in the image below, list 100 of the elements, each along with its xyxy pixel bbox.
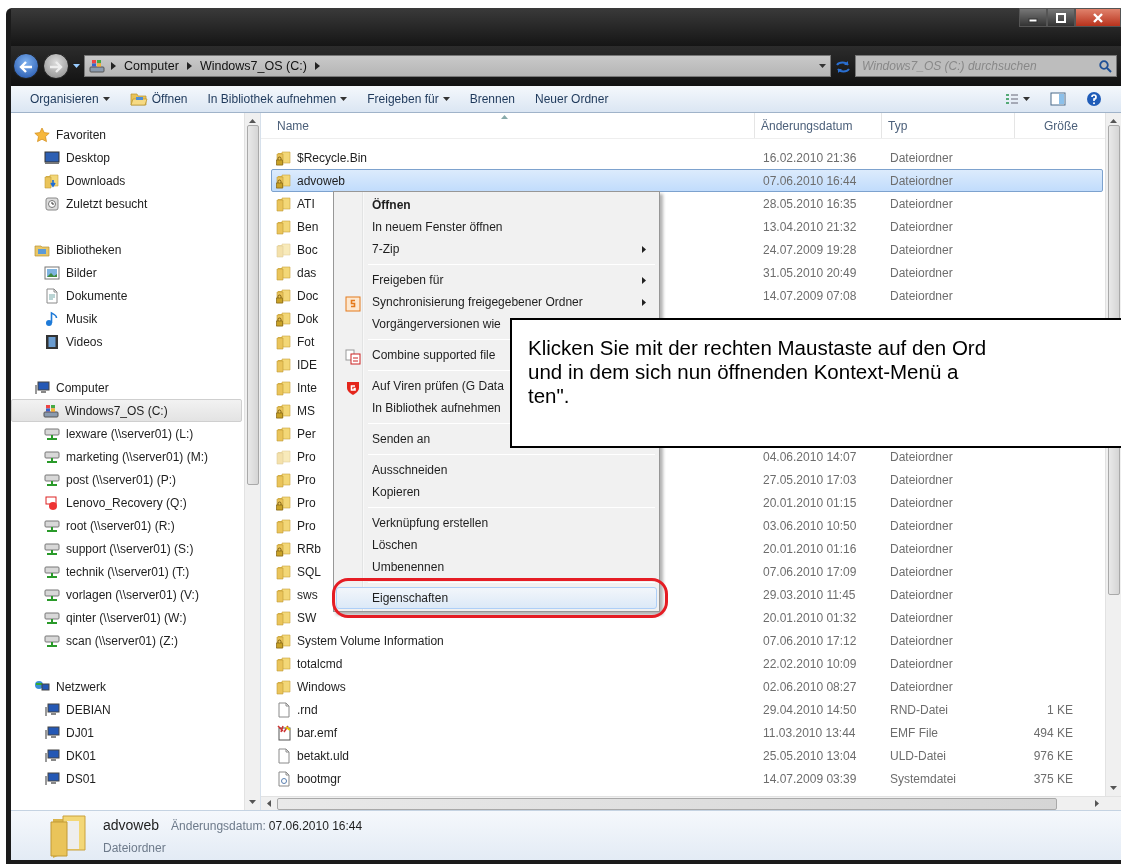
nav-group-header[interactable]: Favoriten [11,123,244,146]
close-button[interactable] [1075,8,1121,27]
pane-icon [1050,92,1066,106]
file-name: Pro [297,448,316,466]
folder-icon [276,241,292,258]
recent-pages-caret-icon[interactable] [73,64,80,68]
locked-folder-icon [276,287,292,304]
submenu-arrow-icon [642,299,646,306]
help-icon [1086,91,1102,107]
date-cell: 24.07.2009 19:28 [763,242,857,257]
file-name: Windows [297,678,346,696]
nav-item[interactable]: DEBIAN [11,698,242,721]
scroll-down-icon [249,800,256,804]
nav-item[interactable]: Desktop [11,146,242,169]
file-name: ATI [297,195,315,213]
computer-icon [44,724,60,741]
menu-item[interactable]: Freigeben für [336,269,657,291]
network-drive-icon [44,632,60,649]
nav-item[interactable]: root (\\server01) (R:) [11,514,242,537]
nav-item[interactable]: technik (\\server01) (T:) [11,560,242,583]
breadcrumb-arrow-icon[interactable] [186,62,192,70]
column-header[interactable]: Name [261,113,754,138]
breadcrumb[interactable]: Computer [122,56,181,76]
breadcrumb-arrow-icon[interactable] [111,62,116,70]
network-drive-icon [44,563,60,580]
menu-item[interactable]: Synchronisierung freigegebener Ordner [336,291,657,313]
dropdown-caret-icon [102,97,110,101]
toolbar-button[interactable]: Freigeben für [358,88,459,110]
nav-item[interactable]: lexware (\\server01) (L:) [11,422,242,445]
nav-item[interactable]: Musik [11,307,242,330]
menu-item[interactable]: Kopieren [336,481,657,503]
column-header[interactable]: Typ [881,113,1014,138]
nav-scrollbar[interactable] [244,113,260,810]
minimize-button[interactable] [1019,8,1047,27]
file-name: bootmgr [297,770,342,788]
nav-item[interactable]: vorlagen (\\server01) (V:) [11,583,242,606]
nav-item[interactable]: Videos [11,330,242,353]
breadcrumb[interactable]: Windows7_OS (C:) [197,56,309,76]
nav-item[interactable]: post (\\server01) (P:) [11,468,242,491]
toolbar-button[interactable]: In Bibliothek aufnehmen [198,88,357,110]
nav-item[interactable]: Downloads [11,169,242,192]
nav-group-header[interactable]: Netzwerk [11,675,244,698]
nav-group-header[interactable]: Computer [11,376,244,399]
breadcrumb-arrow-icon[interactable] [314,62,320,70]
file-name: totalcmd [297,655,343,673]
menu-item[interactable]: Umbenennen [336,556,657,578]
menu-item[interactable]: Ausschneiden [336,459,657,481]
nav-item[interactable]: Dokumente [11,284,242,307]
address-bar[interactable]: Computer Windows7_OS (C:) [84,55,831,77]
column-header[interactable]: Änderungsdatum [754,113,881,138]
file-name: sws [297,586,318,604]
menu-item[interactable]: Eigenschaften [336,587,657,609]
selected-row[interactable]: advoweb 07.06.2010 16:44 Dateiordner [271,169,1103,192]
type-cell: Systemdatei [890,771,957,786]
dropdown-caret-icon [819,64,826,68]
menu-item[interactable]: In neuem Fenster öffnen [336,216,657,238]
nav-item[interactable]: Windows7_OS (C:) [11,399,242,422]
file-name: Per [297,425,316,443]
scroll-up-icon [249,119,256,123]
column-header[interactable]: Größe [1014,113,1084,138]
back-button[interactable] [13,53,39,79]
scroll-right-icon [1095,800,1099,807]
menu-item[interactable]: Öffnen [336,194,657,216]
dropdown-caret-icon [1023,97,1030,101]
open-folder-icon [129,91,148,107]
nav-item[interactable]: Bilder [11,261,242,284]
toolbar-button[interactable]: Organisieren [21,88,119,110]
nav-item[interactable]: DJ01 [11,721,242,744]
folder-icon [276,425,292,442]
nav-item[interactable]: scan (\\server01) (Z:) [11,629,242,652]
nav-group-header[interactable]: Bibliotheken [11,238,244,261]
menu-item[interactable]: Verknüpfung erstellen [336,512,657,534]
forward-button[interactable] [43,53,69,79]
locked-folder-icon [276,149,292,166]
menu-item[interactable]: Löschen [336,534,657,556]
type-cell: Dateiordner [890,564,953,579]
toolbar-button[interactable]: Brennen [460,88,525,110]
nav-item[interactable]: marketing (\\server01) (M:) [11,445,242,468]
toolbar-button[interactable]: Neuer Ordner [526,88,618,110]
type-cell: Dateiordner [890,541,953,556]
file-name: .rnd [297,701,318,719]
menu-item[interactable]: 7-Zip [336,238,657,260]
horizontal-scrollbar[interactable] [261,796,1121,810]
locked-folder-icon [276,310,292,327]
property-value: 07.06.2010 16:44 [268,817,363,835]
folder-icon [276,655,292,672]
type-cell: Dateiordner [890,587,953,602]
toolbar-button[interactable]: Öffnen [120,88,197,110]
nav-item[interactable]: Zuletzt besucht [11,192,242,215]
nav-item[interactable]: Lenovo_Recovery (Q:) [11,491,242,514]
nav-item[interactable]: DS01 [11,767,242,790]
nav-item[interactable]: qinter (\\server01) (W:) [11,606,242,629]
refresh-icon [835,59,851,74]
file-name: das [297,264,317,282]
type-cell: Dateiordner [890,495,953,510]
nav-item[interactable]: DK01 [11,744,242,767]
nav-item[interactable]: support (\\server01) (S:) [11,537,242,560]
date-cell: 27.05.2010 17:03 [763,472,857,487]
date-cell: 02.06.2010 08:27 [763,679,857,694]
maximize-button[interactable] [1047,8,1075,27]
